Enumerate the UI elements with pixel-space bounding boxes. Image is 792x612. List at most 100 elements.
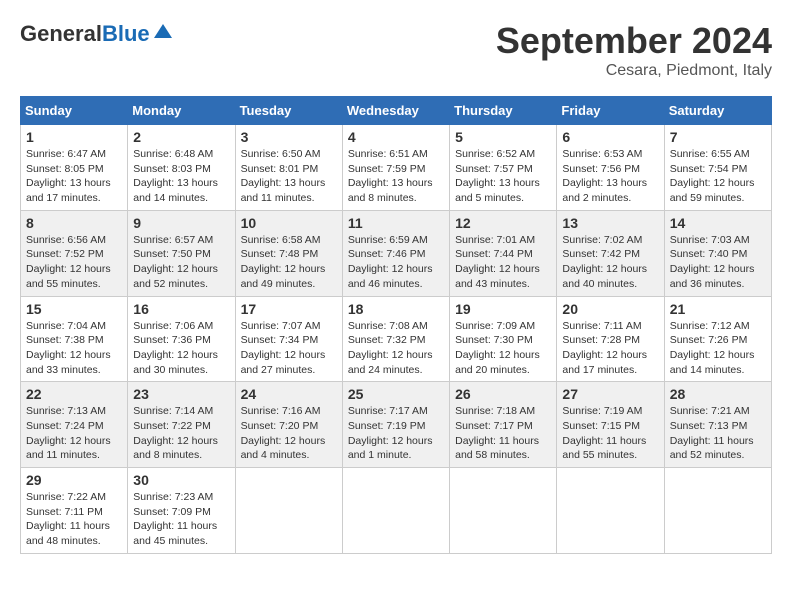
calendar-table: SundayMondayTuesdayWednesdayThursdayFrid… [20, 96, 772, 554]
logo-icon [152, 20, 174, 42]
day-number: 27 [562, 386, 658, 402]
day-number: 30 [133, 472, 229, 488]
day-info: Sunrise: 7:01 AM Sunset: 7:44 PM Dayligh… [455, 233, 551, 292]
calendar-cell: 26 Sunrise: 7:18 AM Sunset: 7:17 PM Dayli… [450, 382, 557, 468]
day-number: 25 [348, 386, 444, 402]
calendar-cell: 5 Sunrise: 6:52 AM Sunset: 7:57 PM Daylig… [450, 125, 557, 211]
page-header: GeneralBlue September 2024 Cesara, Piedm… [20, 20, 772, 80]
day-info: Sunrise: 7:03 AM Sunset: 7:40 PM Dayligh… [670, 233, 766, 292]
day-number: 9 [133, 215, 229, 231]
calendar-cell: 7Sunrise: 6:55 AM Sunset: 7:54 PM Daylig… [664, 125, 771, 211]
calendar-cell: 9 Sunrise: 6:57 AM Sunset: 7:50 PM Daylig… [128, 210, 235, 296]
day-info: Sunrise: 6:55 AM Sunset: 7:54 PM Dayligh… [670, 147, 766, 206]
day-number: 4 [348, 129, 444, 145]
day-number: 15 [26, 301, 122, 317]
day-info: Sunrise: 7:22 AM Sunset: 7:11 PM Dayligh… [26, 490, 122, 549]
column-header-sunday: Sunday [21, 97, 128, 125]
day-info: Sunrise: 7:02 AM Sunset: 7:42 PM Dayligh… [562, 233, 658, 292]
logo-blue: Blue [102, 21, 150, 46]
calendar-cell: 2 Sunrise: 6:48 AM Sunset: 8:03 PM Daylig… [128, 125, 235, 211]
day-number: 16 [133, 301, 229, 317]
day-number: 13 [562, 215, 658, 231]
column-header-friday: Friday [557, 97, 664, 125]
month-title: September 2024 [496, 20, 772, 62]
day-info: Sunrise: 7:08 AM Sunset: 7:32 PM Dayligh… [348, 319, 444, 378]
day-info: Sunrise: 7:21 AM Sunset: 7:13 PM Dayligh… [670, 404, 766, 463]
day-number: 26 [455, 386, 551, 402]
day-number: 6 [562, 129, 658, 145]
day-info: Sunrise: 6:59 AM Sunset: 7:46 PM Dayligh… [348, 233, 444, 292]
calendar-cell: 3 Sunrise: 6:50 AM Sunset: 8:01 PM Daylig… [235, 125, 342, 211]
calendar-cell: 19 Sunrise: 7:09 AM Sunset: 7:30 PM Dayli… [450, 296, 557, 382]
calendar-cell: 11 Sunrise: 6:59 AM Sunset: 7:46 PM Dayli… [342, 210, 449, 296]
calendar-cell: 4 Sunrise: 6:51 AM Sunset: 7:59 PM Daylig… [342, 125, 449, 211]
column-header-wednesday: Wednesday [342, 97, 449, 125]
calendar-cell: 12 Sunrise: 7:01 AM Sunset: 7:44 PM Dayli… [450, 210, 557, 296]
calendar-cell: 27 Sunrise: 7:19 AM Sunset: 7:15 PM Dayli… [557, 382, 664, 468]
day-number: 17 [241, 301, 337, 317]
day-number: 19 [455, 301, 551, 317]
day-number: 11 [348, 215, 444, 231]
calendar-cell: 10 Sunrise: 6:58 AM Sunset: 7:48 PM Dayli… [235, 210, 342, 296]
day-info: Sunrise: 6:50 AM Sunset: 8:01 PM Dayligh… [241, 147, 337, 206]
column-header-monday: Monday [128, 97, 235, 125]
column-header-thursday: Thursday [450, 97, 557, 125]
day-info: Sunrise: 6:52 AM Sunset: 7:57 PM Dayligh… [455, 147, 551, 206]
day-number: 12 [455, 215, 551, 231]
day-number: 10 [241, 215, 337, 231]
calendar-cell: 22 Sunrise: 7:13 AM Sunset: 7:24 PM Dayli… [21, 382, 128, 468]
day-number: 20 [562, 301, 658, 317]
calendar-cell [557, 468, 664, 554]
day-info: Sunrise: 7:11 AM Sunset: 7:28 PM Dayligh… [562, 319, 658, 378]
calendar-cell: 8Sunrise: 6:56 AM Sunset: 7:52 PM Daylig… [21, 210, 128, 296]
day-info: Sunrise: 6:53 AM Sunset: 7:56 PM Dayligh… [562, 147, 658, 206]
day-info: Sunrise: 6:51 AM Sunset: 7:59 PM Dayligh… [348, 147, 444, 206]
day-number: 3 [241, 129, 337, 145]
day-info: Sunrise: 6:57 AM Sunset: 7:50 PM Dayligh… [133, 233, 229, 292]
calendar-cell: 20 Sunrise: 7:11 AM Sunset: 7:28 PM Dayli… [557, 296, 664, 382]
day-info: Sunrise: 6:48 AM Sunset: 8:03 PM Dayligh… [133, 147, 229, 206]
day-info: Sunrise: 7:12 AM Sunset: 7:26 PM Dayligh… [670, 319, 766, 378]
day-number: 24 [241, 386, 337, 402]
calendar-cell: 29 Sunrise: 7:22 AM Sunset: 7:11 PM Dayli… [21, 468, 128, 554]
calendar-cell [342, 468, 449, 554]
calendar-cell: 18 Sunrise: 7:08 AM Sunset: 7:32 PM Dayli… [342, 296, 449, 382]
day-info: Sunrise: 7:18 AM Sunset: 7:17 PM Dayligh… [455, 404, 551, 463]
day-info: Sunrise: 7:16 AM Sunset: 7:20 PM Dayligh… [241, 404, 337, 463]
day-number: 18 [348, 301, 444, 317]
day-number: 5 [455, 129, 551, 145]
calendar-cell: 23Sunrise: 7:14 AM Sunset: 7:22 PM Dayli… [128, 382, 235, 468]
day-number: 29 [26, 472, 122, 488]
column-header-saturday: Saturday [664, 97, 771, 125]
day-info: Sunrise: 7:06 AM Sunset: 7:36 PM Dayligh… [133, 319, 229, 378]
calendar-week-row: 29 Sunrise: 7:22 AM Sunset: 7:11 PM Dayli… [21, 468, 772, 554]
calendar-cell [235, 468, 342, 554]
day-info: Sunrise: 6:58 AM Sunset: 7:48 PM Dayligh… [241, 233, 337, 292]
day-info: Sunrise: 7:09 AM Sunset: 7:30 PM Dayligh… [455, 319, 551, 378]
calendar-week-row: 22 Sunrise: 7:13 AM Sunset: 7:24 PM Dayli… [21, 382, 772, 468]
column-header-tuesday: Tuesday [235, 97, 342, 125]
calendar-cell: 30Sunrise: 7:23 AM Sunset: 7:09 PM Dayli… [128, 468, 235, 554]
calendar-cell: 24 Sunrise: 7:16 AM Sunset: 7:20 PM Dayli… [235, 382, 342, 468]
day-info: Sunrise: 7:17 AM Sunset: 7:19 PM Dayligh… [348, 404, 444, 463]
day-info: Sunrise: 7:13 AM Sunset: 7:24 PM Dayligh… [26, 404, 122, 463]
day-info: Sunrise: 7:19 AM Sunset: 7:15 PM Dayligh… [562, 404, 658, 463]
calendar-cell: 14Sunrise: 7:03 AM Sunset: 7:40 PM Dayli… [664, 210, 771, 296]
calendar-week-row: 8Sunrise: 6:56 AM Sunset: 7:52 PM Daylig… [21, 210, 772, 296]
day-number: 2 [133, 129, 229, 145]
calendar-cell: 6 Sunrise: 6:53 AM Sunset: 7:56 PM Daylig… [557, 125, 664, 211]
day-info: Sunrise: 6:47 AM Sunset: 8:05 PM Dayligh… [26, 147, 122, 206]
logo: GeneralBlue [20, 20, 174, 48]
day-number: 22 [26, 386, 122, 402]
calendar-cell: 17 Sunrise: 7:07 AM Sunset: 7:34 PM Dayli… [235, 296, 342, 382]
day-info: Sunrise: 7:07 AM Sunset: 7:34 PM Dayligh… [241, 319, 337, 378]
location-subtitle: Cesara, Piedmont, Italy [496, 62, 772, 80]
calendar-cell: 28Sunrise: 7:21 AM Sunset: 7:13 PM Dayli… [664, 382, 771, 468]
calendar-cell [450, 468, 557, 554]
day-number: 8 [26, 215, 122, 231]
day-number: 23 [133, 386, 229, 402]
calendar-cell: 15Sunrise: 7:04 AM Sunset: 7:38 PM Dayli… [21, 296, 128, 382]
calendar-week-row: 1Sunrise: 6:47 AM Sunset: 8:05 PM Daylig… [21, 125, 772, 211]
calendar-cell: 21Sunrise: 7:12 AM Sunset: 7:26 PM Dayli… [664, 296, 771, 382]
calendar-cell [664, 468, 771, 554]
